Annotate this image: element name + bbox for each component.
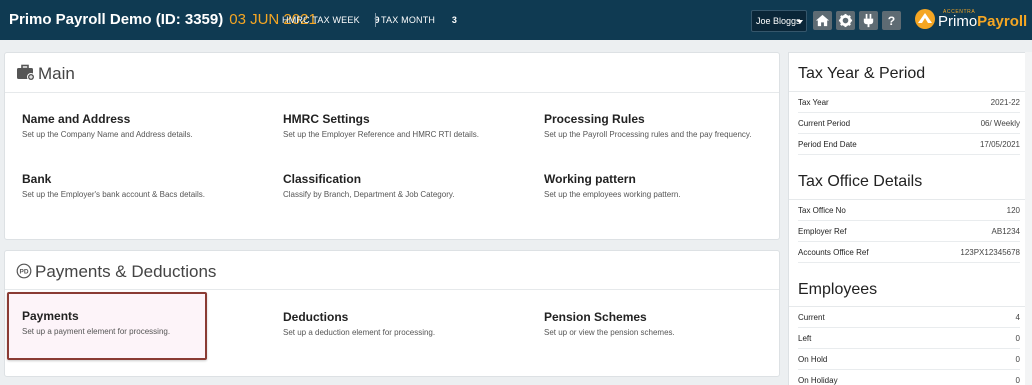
- item-title: Pension Schemes: [544, 310, 647, 324]
- row-value: 0: [1015, 334, 1020, 343]
- row-label: Employer Ref: [798, 227, 847, 236]
- item-description: Set up or view the pension schemes.: [544, 328, 675, 337]
- summary-sidebar: Tax Year & Period Tax Year 2021-22 Curre…: [788, 52, 1032, 385]
- item-title: Classification: [283, 172, 362, 186]
- bank-link[interactable]: Bank Set up the Employer's bank account …: [22, 172, 262, 199]
- main-card: Main Name and Address Set up the Company…: [4, 52, 780, 240]
- processing-rules-link[interactable]: Processing Rules Set up the Payroll Proc…: [544, 112, 784, 139]
- row-value: 123PX12345678: [960, 248, 1020, 257]
- name-and-address-link[interactable]: Name and Address Set up the Company Name…: [22, 112, 262, 139]
- row-label: On Holiday: [798, 376, 838, 385]
- item-title: Processing Rules: [544, 112, 645, 126]
- working-pattern-link[interactable]: Working pattern Set up the employees wor…: [544, 172, 784, 199]
- main-card-title: Main: [38, 64, 75, 83]
- row-value: 0: [1015, 355, 1020, 364]
- employees-on-holiday-row: On Holiday 0: [798, 370, 1020, 385]
- row-value: 06/ Weekly: [980, 119, 1020, 128]
- tax-month-label: TAX MONTH: [381, 15, 436, 25]
- row-label: Tax Year: [798, 98, 829, 107]
- hmrc-settings-link[interactable]: HMRC Settings Set up the Employer Refere…: [283, 112, 523, 139]
- row-label: On Hold: [798, 355, 828, 364]
- logo-primary: Primo: [938, 13, 978, 30]
- chevron-down-icon: [797, 20, 803, 24]
- current-period-row: Current Period 06/ Weekly: [798, 113, 1020, 134]
- row-label: Current: [798, 313, 825, 322]
- tax-year-row: Tax Year 2021-22: [798, 92, 1020, 113]
- integrations-button[interactable]: [859, 11, 878, 30]
- item-description: Set up the Company Name and Address deta…: [22, 130, 193, 139]
- tax-month-value: 3: [451, 15, 458, 25]
- top-bar: Primo Payroll Demo (ID: 3359) 03 JUN 2021…: [0, 0, 1032, 40]
- pension-schemes-link[interactable]: Pension Schemes Set up or view the pensi…: [544, 310, 784, 337]
- company-title: Primo Payroll Demo (ID: 3359) 03 JUN 2021: [9, 11, 317, 28]
- row-label: Accounts Office Ref: [798, 248, 869, 257]
- row-value: 0: [1015, 376, 1020, 385]
- help-button[interactable]: ?: [882, 11, 901, 30]
- row-label: Tax Office No: [798, 206, 846, 215]
- item-description: Set up the employees working pattern.: [544, 190, 681, 199]
- divider: [5, 92, 779, 93]
- tax-office-heading: Tax Office Details: [798, 173, 923, 190]
- employer-ref-row: Employer Ref AB1234: [798, 221, 1020, 242]
- svg-text:PD: PD: [19, 269, 28, 276]
- svg-text:?: ?: [888, 14, 895, 28]
- tax-year-heading: Tax Year & Period: [798, 65, 926, 82]
- settings-button[interactable]: [836, 11, 855, 30]
- tax-office-no-row: Tax Office No 120: [798, 200, 1020, 221]
- tax-week-label: HMRC TAX WEEK: [282, 15, 360, 25]
- employees-on-hold-row: On Hold 0: [798, 349, 1020, 370]
- employees-current-row: Current 4: [798, 307, 1020, 328]
- item-description: Set up a payment element for processing.: [22, 327, 171, 336]
- classification-link[interactable]: Classification Classify by Branch, Depar…: [283, 172, 523, 199]
- logo-secondary: Payroll: [977, 13, 1028, 30]
- employees-heading: Employees: [798, 281, 878, 298]
- briefcase-icon: [17, 64, 35, 81]
- scrollbar[interactable]: [1025, 52, 1032, 385]
- item-title: Deductions: [283, 310, 349, 324]
- home-icon: [815, 14, 830, 27]
- row-label: Left: [798, 334, 812, 343]
- item-title: Bank: [22, 172, 52, 186]
- item-description: Set up a deduction element for processin…: [283, 328, 436, 337]
- item-title: HMRC Settings: [283, 112, 370, 126]
- home-button[interactable]: [813, 11, 832, 30]
- item-description: Classify by Branch, Department & Job Cat…: [283, 190, 455, 199]
- divider: [5, 289, 779, 290]
- row-value: 120: [1006, 206, 1020, 215]
- company-name: Primo Payroll Demo (ID: 3359): [9, 11, 224, 28]
- item-description: Set up the Employer Reference and HMRC R…: [283, 130, 479, 139]
- item-title: Payments: [22, 309, 79, 323]
- row-label: Period End Date: [798, 140, 857, 149]
- payments-icon: PD: [16, 263, 32, 279]
- tax-month: TAX MONTH 3: [381, 15, 457, 25]
- row-label: Current Period: [798, 119, 851, 128]
- employees-left-row: Left 0: [798, 328, 1020, 349]
- accounts-office-ref-row: Accounts Office Ref 123PX12345678: [798, 242, 1020, 263]
- divider: [375, 13, 376, 27]
- tax-week: HMRC TAX WEEK 9: [282, 15, 380, 25]
- row-value: AB1234: [991, 227, 1020, 236]
- item-description: Set up the Payroll Processing rules and …: [544, 130, 752, 139]
- plug-icon: [863, 13, 874, 28]
- help-icon: ?: [888, 14, 895, 28]
- user-dropdown[interactable]: Joe Bloggs: [751, 10, 807, 32]
- period-end-date-row: Period End Date 17/05/2021: [798, 134, 1020, 155]
- row-value: 17/05/2021: [979, 140, 1020, 149]
- logo-text: PrimoPayroll: [938, 13, 1027, 30]
- row-value: 4: [1015, 313, 1020, 322]
- row-value: 2021-22: [990, 98, 1020, 107]
- payments-link[interactable]: Payments Set up a payment element for pr…: [22, 309, 262, 336]
- item-title: Working pattern: [544, 172, 636, 186]
- deductions-link[interactable]: Deductions Set up a deduction element fo…: [283, 310, 523, 337]
- item-description: Set up the Employer's bank account & Bac…: [22, 190, 205, 199]
- gear-icon: [838, 13, 853, 28]
- item-title: Name and Address: [22, 112, 131, 126]
- payments-tile-highlight[interactable]: Payments Set up a payment element for pr…: [7, 292, 207, 360]
- logo-icon: [915, 9, 935, 29]
- payments-card-title: Payments & Deductions: [35, 262, 217, 281]
- user-name: Joe Bloggs: [756, 16, 801, 26]
